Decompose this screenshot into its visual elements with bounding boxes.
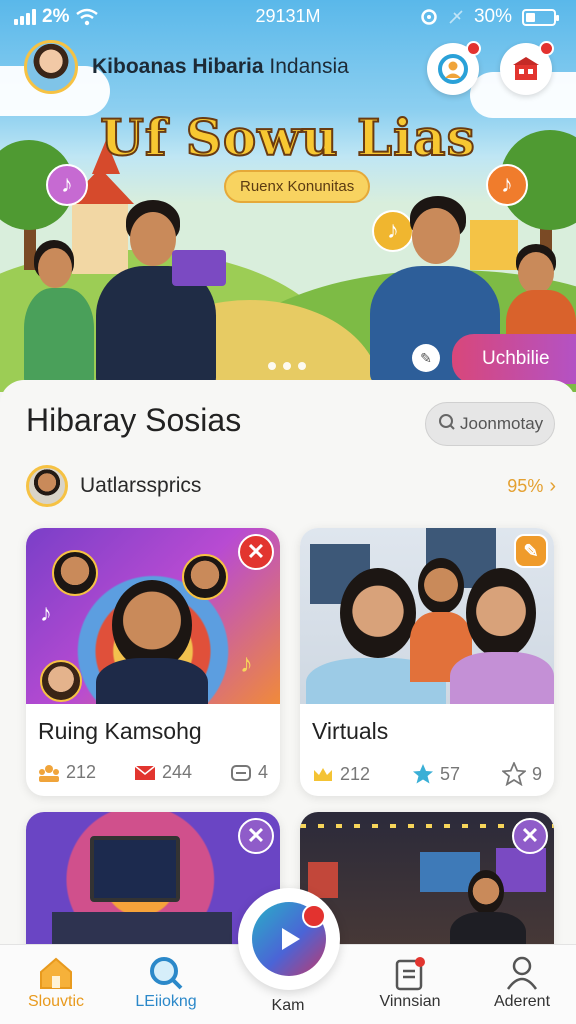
user-row[interactable]: Uatlarssprics 95% ›: [26, 464, 556, 508]
avatar: [182, 554, 228, 600]
hero-subtitle-pill[interactable]: Ruenx Konunitas: [224, 170, 371, 203]
clipboard-icon: [395, 957, 425, 991]
inbox-icon: [230, 764, 251, 781]
wall-screen: [308, 862, 338, 898]
stat-crowns[interactable]: 212: [312, 762, 370, 786]
nav-item-home[interactable]: Slouvtic: [6, 953, 106, 1011]
nav-item-clipboard[interactable]: Vinnsian: [360, 953, 460, 1011]
person-body: [450, 652, 554, 704]
airplane-icon: [449, 10, 463, 24]
group-icon: [39, 764, 59, 782]
play-icon: [282, 928, 300, 950]
nav-label: Kam: [271, 997, 305, 1014]
nav-item-search[interactable]: LEiiokng: [116, 953, 216, 1011]
hero-title: Uf Sowu Lias: [99, 107, 476, 168]
nav-item-profile[interactable]: Aderent: [472, 953, 572, 1011]
star-icon: [413, 764, 433, 784]
card-image: ✎: [300, 528, 554, 704]
crown-icon: [314, 768, 332, 781]
star-outline-icon: [501, 762, 526, 786]
section-title: Hibaray Sosias: [26, 402, 242, 438]
notification-dot: [539, 41, 554, 56]
stat-comments[interactable]: 4: [230, 762, 268, 783]
store-button[interactable]: [500, 41, 554, 95]
battery-icon: [522, 8, 559, 26]
person-body: [96, 658, 208, 704]
card-title: Ruing Kamsohg: [38, 718, 202, 744]
battery-percent: 30%: [473, 6, 512, 27]
profile-search-icon: [438, 54, 468, 84]
stat-favorites[interactable]: 9: [501, 762, 542, 786]
person-icon: [506, 956, 538, 990]
close-button[interactable]: ✕: [238, 534, 274, 570]
wall-screen: [496, 848, 546, 892]
gift-box: [172, 250, 226, 286]
card-stats: 212 244 4: [38, 762, 268, 783]
stat-stars[interactable]: 57: [412, 762, 460, 786]
music-note-icon: ♪: [46, 164, 88, 206]
community-card[interactable]: ✎ Virtuals 212 57 9: [300, 528, 554, 796]
profile-name-primary: Kiboanas Hibaria: [92, 55, 264, 78]
nav-label: Aderent: [493, 993, 551, 1010]
person-illustration: [96, 200, 226, 390]
avatar[interactable]: [24, 40, 78, 94]
edit-button[interactable]: ✎: [514, 534, 548, 568]
carousel-dot[interactable]: [283, 362, 291, 370]
computer-monitor: [90, 836, 180, 902]
close-icon: ✕: [520, 823, 540, 848]
nav-item-play[interactable]: Kam: [238, 997, 338, 1015]
sync-icon: [421, 9, 437, 25]
profile-header[interactable]: Kiboanas Hibaria Indansia: [24, 40, 349, 94]
stat-members[interactable]: 212: [38, 762, 96, 783]
search-icon: [150, 957, 183, 990]
mail-icon: [134, 764, 156, 780]
avatar: [52, 550, 98, 596]
carousel-indicator[interactable]: [268, 362, 306, 370]
progress-percent[interactable]: 95% ›: [507, 475, 556, 498]
community-card[interactable]: ♪ ♪ ✕ Ruing Kamsohg 212 244 4: [26, 528, 280, 796]
status-bar: 2% 29131M 30%: [0, 0, 576, 34]
nav-label: Vinnsian: [379, 993, 441, 1010]
search-icon: [438, 413, 456, 436]
search-text: Joonmotay: [460, 414, 544, 433]
notification-dot: [302, 904, 326, 928]
tag-icon[interactable]: ✎: [412, 344, 440, 372]
avatar[interactable]: [26, 465, 68, 507]
card-title: Virtuals: [312, 718, 389, 744]
edit-icon: ✎: [523, 540, 539, 561]
play-button[interactable]: [238, 888, 340, 990]
notification-dot: [466, 41, 481, 56]
carousel-dot[interactable]: [268, 362, 276, 370]
nav-label: LEiiokng: [135, 993, 197, 1010]
close-icon: ✕: [246, 823, 266, 848]
close-button[interactable]: ✕: [512, 818, 548, 854]
card-stats: 212 57 9: [312, 762, 542, 786]
store-icon: [513, 57, 539, 80]
carousel-dot[interactable]: [298, 362, 306, 370]
close-icon: ✕: [246, 539, 266, 564]
profile-name-secondary: Indansia: [269, 55, 349, 78]
person-illustration: [112, 580, 192, 670]
profile-name: Kiboanas Hibaria Indansia: [92, 55, 349, 79]
card-image: ♪ ♪ ✕: [26, 528, 280, 704]
home-icon: [40, 957, 72, 989]
avatar: [40, 660, 82, 702]
search-input[interactable]: Joonmotay: [425, 402, 555, 446]
hero-tag-button[interactable]: Uchbilie: [452, 334, 576, 384]
person-illustration: [466, 568, 536, 658]
close-button[interactable]: ✕: [238, 818, 274, 854]
person-illustration: [340, 568, 416, 658]
stat-messages[interactable]: 244: [134, 762, 192, 783]
chevron-right-icon: ›: [549, 474, 556, 497]
person-illustration: [418, 558, 464, 614]
hero-banner[interactable]: ♪ ♪ ♪ 2% 29131M 30% Kiboanas Hibaria Ind…: [0, 0, 576, 392]
music-note-icon: ♪: [240, 648, 253, 678]
music-note-icon: ♪: [40, 600, 52, 627]
nav-label: Slouvtic: [27, 993, 85, 1010]
user-name: Uatlarssprics: [80, 474, 202, 497]
person-illustration: [24, 240, 100, 388]
person-illustration: [468, 870, 504, 914]
profile-search-button[interactable]: [427, 41, 481, 95]
